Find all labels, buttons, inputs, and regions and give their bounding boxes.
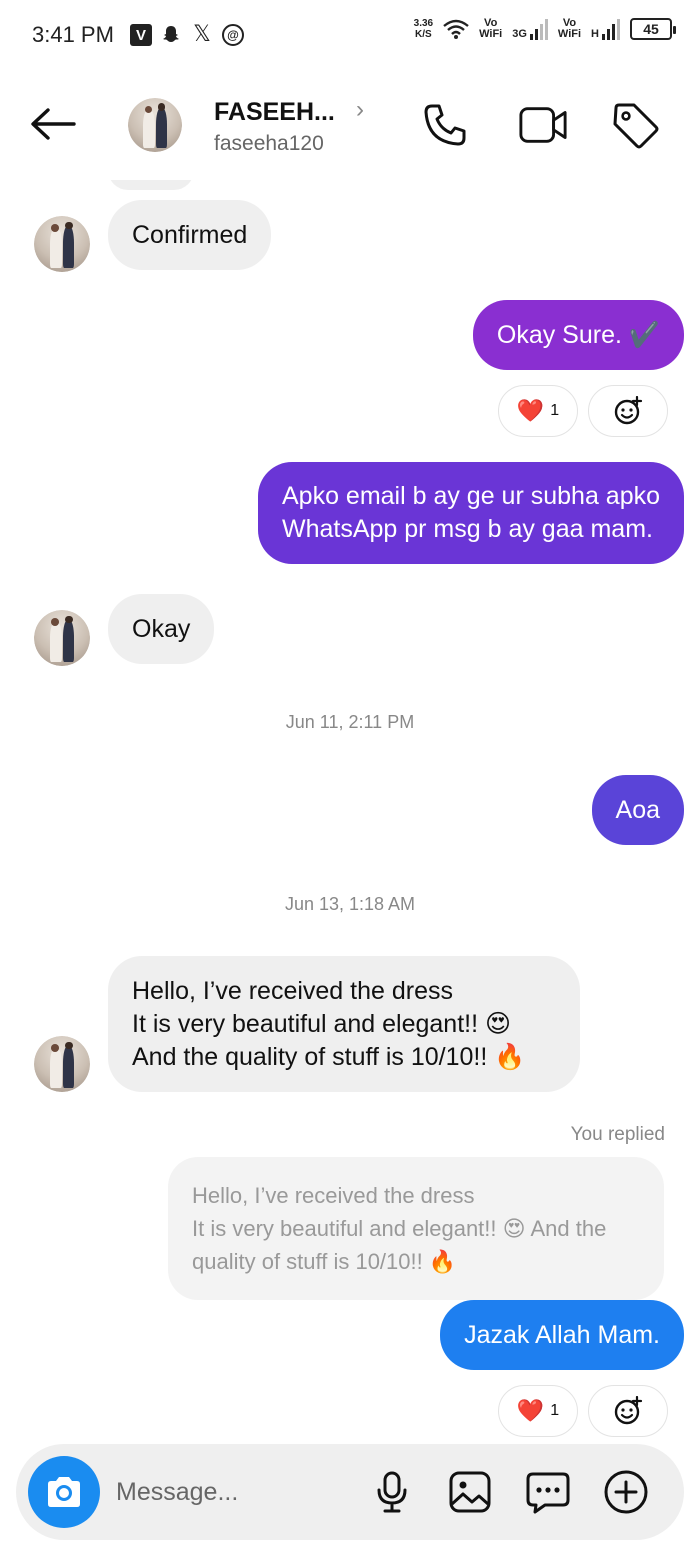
add-reaction-button[interactable] (588, 1385, 668, 1437)
snapchat-icon (160, 22, 182, 46)
vowifi-label-1: Vo WiFi (479, 17, 503, 40)
outgoing-message[interactable]: Okay Sure. ✔️ (472, 300, 684, 370)
camera-button[interactable] (28, 1456, 100, 1528)
more-options-button[interactable] (602, 1468, 650, 1516)
outgoing-message[interactable]: Aoa (591, 775, 684, 845)
message-text-line: Hello, I’ve received the dress (132, 976, 453, 1005)
reaction-count: 1 (550, 402, 560, 419)
status-right: 3.36 K/S Vo WiFi 3G Vo WiFi H 45 (414, 17, 676, 40)
you-replied-label: You replied (570, 1124, 665, 1145)
threads-icon: @ (222, 24, 244, 46)
outgoing-message[interactable]: Apko email b ay ge ur subha apko WhatsAp… (257, 462, 684, 564)
outgoing-message[interactable]: Jazak Allah Mam. (440, 1300, 684, 1370)
message-text-line: It is very beautiful and elegant!! 😍 (132, 1009, 512, 1038)
partial-incoming-bubble[interactable] (108, 180, 194, 190)
contact-avatar[interactable] (128, 98, 182, 152)
vowifi-label-2: Vo WiFi (557, 17, 582, 40)
tag-icon (613, 103, 659, 149)
message-composer (16, 1444, 684, 1540)
incoming-message[interactable]: Confirmed (108, 200, 272, 270)
timestamp: Jun 13, 1:18 AM (284, 894, 416, 914)
chat-header: FASEEH... › faseeha120 (0, 70, 700, 180)
sender-avatar[interactable] (34, 610, 90, 666)
net-speed-value: 3.36 (413, 18, 434, 29)
message-thread[interactable]: Confirmed Okay Sure. ✔️ ❤️ 1 Apko email … (0, 180, 700, 1442)
net-type-2: H (591, 28, 599, 40)
v-app-icon: V (130, 24, 152, 46)
message-text: Okay (132, 614, 191, 643)
net-type-1: 3G (512, 28, 527, 40)
status-bar: 3:41 PM V 𝕏 @ 3.36 K/S Vo WiFi 3G Vo WiFi … (0, 0, 700, 70)
incoming-message[interactable]: Okay (108, 594, 215, 664)
sender-avatar[interactable] (34, 1036, 90, 1092)
x-icon: 𝕏 (193, 21, 211, 46)
reaction-pill[interactable]: ❤️ 1 (498, 385, 578, 437)
heart-icon: ❤️ (516, 1398, 545, 1423)
signal-1: 3G (512, 18, 548, 40)
video-icon (519, 107, 567, 143)
video-call-button[interactable] (518, 100, 568, 150)
add-reaction-icon (614, 1396, 643, 1425)
voice-call-button[interactable] (420, 100, 470, 150)
message-text: Jazak Allah Mam. (464, 1320, 660, 1349)
battery-icon: 45 (630, 18, 676, 40)
wifi-icon (443, 19, 469, 39)
gallery-button[interactable] (446, 1468, 494, 1516)
heart-icon: ❤️ (516, 398, 545, 423)
contact-username[interactable]: faseeha120 (214, 132, 324, 156)
reaction-pill[interactable]: ❤️ 1 (498, 1385, 578, 1437)
mic-icon (377, 1471, 407, 1513)
quoted-text-line: quality of stuff is 10/10!! 🔥 (192, 1249, 457, 1274)
signal-bars-2 (602, 18, 620, 40)
message-text-line: Apko email b ay ge ur subha apko (281, 482, 660, 510)
reaction-count: 1 (550, 1402, 560, 1419)
back-arrow-icon (31, 108, 76, 140)
chevron-right-icon[interactable]: › (356, 96, 364, 124)
status-time: 3:41 PM (32, 22, 114, 47)
gallery-icon (449, 1471, 491, 1513)
back-button[interactable] (28, 106, 80, 142)
incoming-message[interactable]: Hello, I’ve received the dress It is ver… (108, 956, 580, 1092)
phone-icon (424, 104, 466, 146)
signal-2: H (591, 18, 620, 40)
message-input[interactable] (116, 1474, 356, 1510)
message-text: Aoa (615, 795, 660, 824)
contact-name[interactable]: FASEEH... (214, 98, 335, 127)
net-speed-unit: K/S (415, 29, 432, 40)
quoted-text-line: Hello, I’ve received the dress (192, 1183, 475, 1208)
sticker-button[interactable] (524, 1468, 572, 1516)
plus-icon (604, 1470, 648, 1514)
voice-message-button[interactable] (368, 1468, 416, 1516)
add-reaction-icon (614, 396, 643, 425)
timestamp: Jun 11, 2:11 PM (285, 712, 415, 732)
sticker-icon (526, 1472, 570, 1514)
tag-button[interactable] (610, 100, 660, 150)
sender-avatar[interactable] (34, 216, 90, 272)
message-text-line: WhatsApp pr msg b ay gaa mam. (281, 515, 653, 543)
net-speed: 3.36 K/S (414, 18, 433, 40)
message-text: Okay Sure. ✔️ (496, 320, 660, 349)
quoted-message[interactable]: Hello, I’ve received the dress It is ver… (168, 1157, 664, 1300)
add-reaction-button[interactable] (588, 385, 668, 437)
camera-icon (48, 1477, 80, 1507)
message-text-line: And the quality of stuff is 10/10!! 🔥 (132, 1042, 526, 1071)
message-text: Confirmed (132, 220, 248, 249)
signal-bars-1 (529, 18, 548, 40)
quoted-text-line: It is very beautiful and elegant!! 😍 And… (192, 1216, 607, 1241)
